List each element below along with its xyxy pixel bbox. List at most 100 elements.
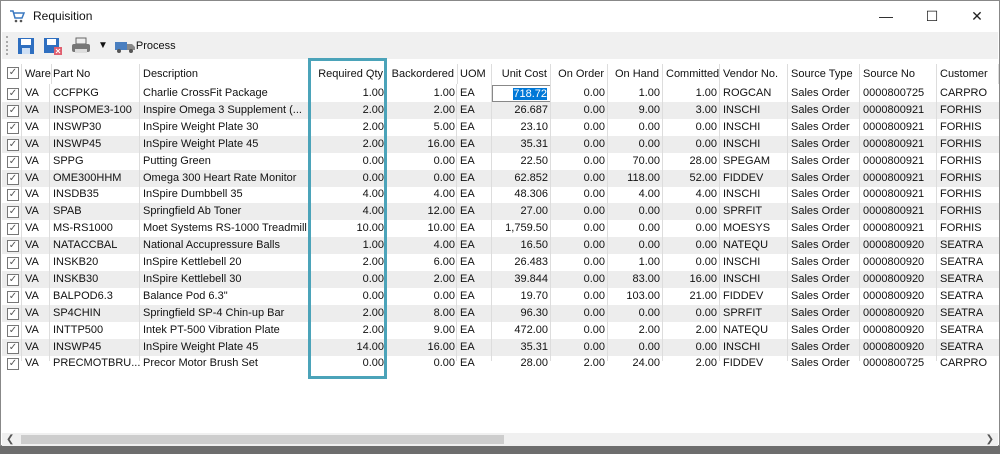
column-header-committed[interactable]: Committed bbox=[663, 64, 720, 84]
row-checkbox[interactable]: ✓ bbox=[7, 290, 19, 303]
column-header-customer[interactable]: Customer bbox=[937, 64, 999, 84]
column-divider[interactable] bbox=[787, 84, 788, 361]
column-header-vendor-no[interactable]: Vendor No. bbox=[720, 64, 788, 84]
row-checkbox[interactable]: ✓ bbox=[7, 324, 19, 337]
row-checkbox[interactable]: ✓ bbox=[7, 121, 19, 134]
scrollbar-thumb[interactable] bbox=[21, 435, 504, 444]
column-divider[interactable] bbox=[550, 84, 551, 361]
row-checkbox[interactable]: ✓ bbox=[7, 189, 19, 202]
column-header-part-no[interactable]: Part No bbox=[50, 64, 140, 84]
cell-vendor-no: INSCHI bbox=[723, 188, 761, 201]
row-select-cell[interactable]: ✓ bbox=[2, 153, 22, 170]
table-row[interactable]: ✓ VA INSWP45 InSpire Weight Plate 45 2.00 16.… bbox=[2, 135, 999, 153]
row-checkbox[interactable]: ✓ bbox=[7, 257, 19, 269]
row-checkbox[interactable]: ✓ bbox=[7, 206, 19, 219]
column-divider[interactable] bbox=[21, 84, 22, 361]
column-divider[interactable] bbox=[719, 84, 720, 361]
horizontal-scrollbar[interactable]: ❮ ❯ bbox=[2, 433, 998, 446]
row-checkbox[interactable]: ✓ bbox=[7, 88, 19, 100]
print-icon[interactable] bbox=[70, 36, 92, 56]
select-all-checkbox[interactable]: ✓ bbox=[7, 67, 19, 79]
cell-source-no: 0000800920 bbox=[863, 272, 925, 285]
row-checkbox[interactable]: ✓ bbox=[7, 223, 19, 236]
row-select-cell[interactable]: ✓ bbox=[2, 85, 22, 102]
row-select-cell[interactable]: ✓ bbox=[2, 203, 22, 220]
row-checkbox[interactable]: ✓ bbox=[7, 104, 19, 117]
row-checkbox[interactable]: ✓ bbox=[7, 273, 19, 286]
column-header-on-order[interactable]: On Order bbox=[551, 64, 608, 84]
row-select-cell[interactable]: ✓ bbox=[2, 170, 22, 187]
row-checkbox[interactable]: ✓ bbox=[7, 240, 19, 253]
column-divider[interactable] bbox=[491, 84, 492, 361]
table-row[interactable]: ✓ VA INSDB35 InSpire Dumbbell 35 4.00 4.00 EA 4… bbox=[2, 186, 999, 203]
row-checkbox[interactable]: ✓ bbox=[7, 155, 19, 168]
row-select-cell[interactable]: ✓ bbox=[2, 288, 22, 305]
row-checkbox[interactable]: ✓ bbox=[7, 358, 19, 371]
cell-on-hand: 103.00 bbox=[626, 289, 660, 302]
table-row[interactable]: ✓ VA CCFPKG Charlie CrossFit Package 1.00 1.0… bbox=[2, 85, 999, 102]
column-header-unit-cost[interactable]: Unit Cost bbox=[492, 64, 551, 84]
row-select-cell[interactable]: ✓ bbox=[2, 322, 22, 339]
row-select-cell[interactable]: ✓ bbox=[2, 271, 22, 288]
column-divider[interactable] bbox=[49, 84, 50, 361]
row-checkbox[interactable]: ✓ bbox=[7, 341, 19, 354]
table-row[interactable]: ✓ VA INTTP500 Intek PT-500 Vibration Plate 2… bbox=[2, 322, 999, 339]
column-header-source-type[interactable]: Source Type bbox=[788, 64, 860, 84]
row-select-cell[interactable]: ✓ bbox=[2, 355, 22, 372]
scroll-right-icon[interactable]: ❯ bbox=[986, 433, 994, 446]
column-header-description[interactable]: Description bbox=[140, 64, 309, 84]
table-row[interactable]: ✓ VA SPAB Springfield Ab Toner 4.00 12.00 EA 27… bbox=[2, 203, 999, 221]
process-button[interactable]: Process bbox=[114, 38, 176, 54]
column-header-backordered[interactable]: Backordered bbox=[387, 64, 458, 84]
maximize-button[interactable]: ☐ bbox=[909, 1, 955, 31]
column-divider[interactable] bbox=[859, 84, 860, 361]
table-row[interactable]: ✓ VA MS-RS1000 Moet Systems RS-1000 Treadmi… bbox=[2, 220, 999, 237]
table-row[interactable]: ✓ VA INSWP30 InSpire Weight Plate 30 2.00 5.0… bbox=[2, 119, 999, 136]
column-header-warehouse[interactable]: Ware bbox=[22, 64, 52, 84]
toolbar-grip[interactable] bbox=[6, 36, 8, 55]
row-select-cell[interactable]: ✓ bbox=[2, 186, 22, 203]
save-close-icon[interactable] bbox=[42, 36, 64, 56]
minimize-button[interactable]: — bbox=[863, 1, 909, 31]
cell-customer: CARPRO bbox=[940, 357, 988, 370]
row-select-cell[interactable]: ✓ bbox=[2, 339, 22, 356]
table-row[interactable]: ✓ VA INSKB20 InSpire Kettlebell 20 2.00 6.00 E… bbox=[2, 254, 999, 271]
table-row[interactable]: ✓ VA SPPG Putting Green 0.00 0.00 EA 22.50 0.00 7… bbox=[2, 153, 999, 170]
row-checkbox[interactable]: ✓ bbox=[7, 307, 19, 320]
table-row[interactable]: ✓ VA INSKB30 InSpire Kettlebell 30 0.00 2.00 E… bbox=[2, 270, 999, 288]
save-icon[interactable] bbox=[16, 36, 36, 56]
row-select-cell[interactable]: ✓ bbox=[2, 237, 22, 254]
table-row[interactable]: ✓ VA SP4CHIN Springfield SP-4 Chin-up Bar 2.… bbox=[2, 304, 999, 322]
select-all-header[interactable]: ✓ bbox=[2, 64, 22, 84]
column-header-source-no[interactable]: Source No bbox=[860, 64, 937, 84]
row-checkbox[interactable]: ✓ bbox=[7, 138, 19, 151]
column-header-uom[interactable]: UOM bbox=[457, 64, 492, 84]
table-row[interactable]: ✓ VA OME300HHM Omega 300 Heart Rate Monitor… bbox=[2, 169, 999, 187]
column-divider[interactable] bbox=[607, 84, 608, 361]
row-select-cell[interactable]: ✓ bbox=[2, 305, 22, 322]
unit-cost-editor[interactable]: 718.72 bbox=[492, 85, 551, 102]
column-header-on-hand[interactable]: On Hand bbox=[608, 64, 663, 84]
column-divider[interactable] bbox=[456, 84, 457, 361]
row-select-cell[interactable]: ✓ bbox=[2, 102, 22, 119]
table-row[interactable]: ✓ VA INSPOME3-100 Inspire Omega 3 Supplemen… bbox=[2, 101, 999, 119]
table-row[interactable]: ✓ VA BALPOD6.3 Balance Pod 6.3" 0.00 0.00 EA 19… bbox=[2, 288, 999, 305]
column-divider[interactable] bbox=[139, 84, 140, 361]
row-select-cell[interactable]: ✓ bbox=[2, 220, 22, 237]
close-button[interactable]: ✕ bbox=[954, 1, 1000, 31]
table-row[interactable]: ✓ VA NATACCBAL National Accupressure Balls 1… bbox=[2, 237, 999, 255]
print-dropdown-arrow[interactable]: ▼ bbox=[98, 40, 108, 51]
column-divider[interactable] bbox=[309, 84, 310, 361]
row-select-cell[interactable]: ✓ bbox=[2, 136, 22, 153]
column-header-required-qty[interactable]: Required Qty bbox=[310, 64, 387, 84]
scroll-left-icon[interactable]: ❮ bbox=[6, 433, 14, 446]
row-checkbox[interactable]: ✓ bbox=[7, 172, 19, 185]
column-divider[interactable] bbox=[936, 84, 937, 361]
column-divider[interactable] bbox=[386, 84, 387, 361]
table-row[interactable]: ✓ VA PRECMOTBRU... Precor Motor Brush Set 0.… bbox=[2, 355, 999, 372]
table-row[interactable]: ✓ VA INSWP45 InSpire Weight Plate 45 14.00 16… bbox=[2, 338, 999, 356]
row-select-cell[interactable]: ✓ bbox=[2, 254, 22, 271]
row-select-cell[interactable]: ✓ bbox=[2, 119, 22, 136]
cell-uom: EA bbox=[460, 103, 475, 116]
column-divider[interactable] bbox=[662, 84, 663, 361]
